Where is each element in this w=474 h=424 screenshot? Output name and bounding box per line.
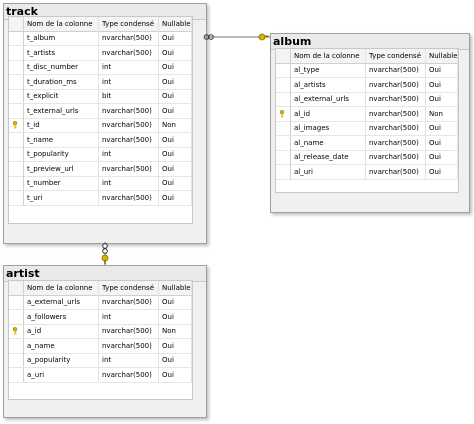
relationship-infinity-icon xyxy=(102,243,108,254)
relationship-lines xyxy=(101,33,270,265)
relationship-track-album[interactable] xyxy=(203,33,270,41)
relationship-key-icon xyxy=(258,33,270,41)
relationship-key-icon xyxy=(101,254,109,264)
relationship-track-artist[interactable] xyxy=(101,242,109,265)
